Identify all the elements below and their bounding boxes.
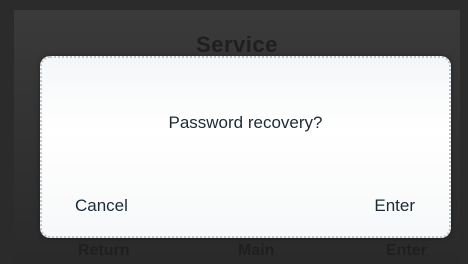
cancel-button[interactable]: Cancel	[75, 196, 128, 216]
main-softkey: Main	[238, 242, 275, 259]
service-title: Service	[196, 32, 278, 57]
return-softkey: Return	[78, 242, 130, 259]
device-screen: Service Return Main Enter Password recov…	[0, 0, 468, 264]
softkey-bar: Return Main Enter	[14, 236, 460, 264]
dialog-message: Password recovery?	[168, 113, 323, 132]
password-recovery-dialog: Password recovery? Cancel Enter	[40, 56, 451, 238]
enter-button[interactable]: Enter	[374, 196, 415, 216]
enter-softkey-background: Enter	[386, 242, 427, 259]
